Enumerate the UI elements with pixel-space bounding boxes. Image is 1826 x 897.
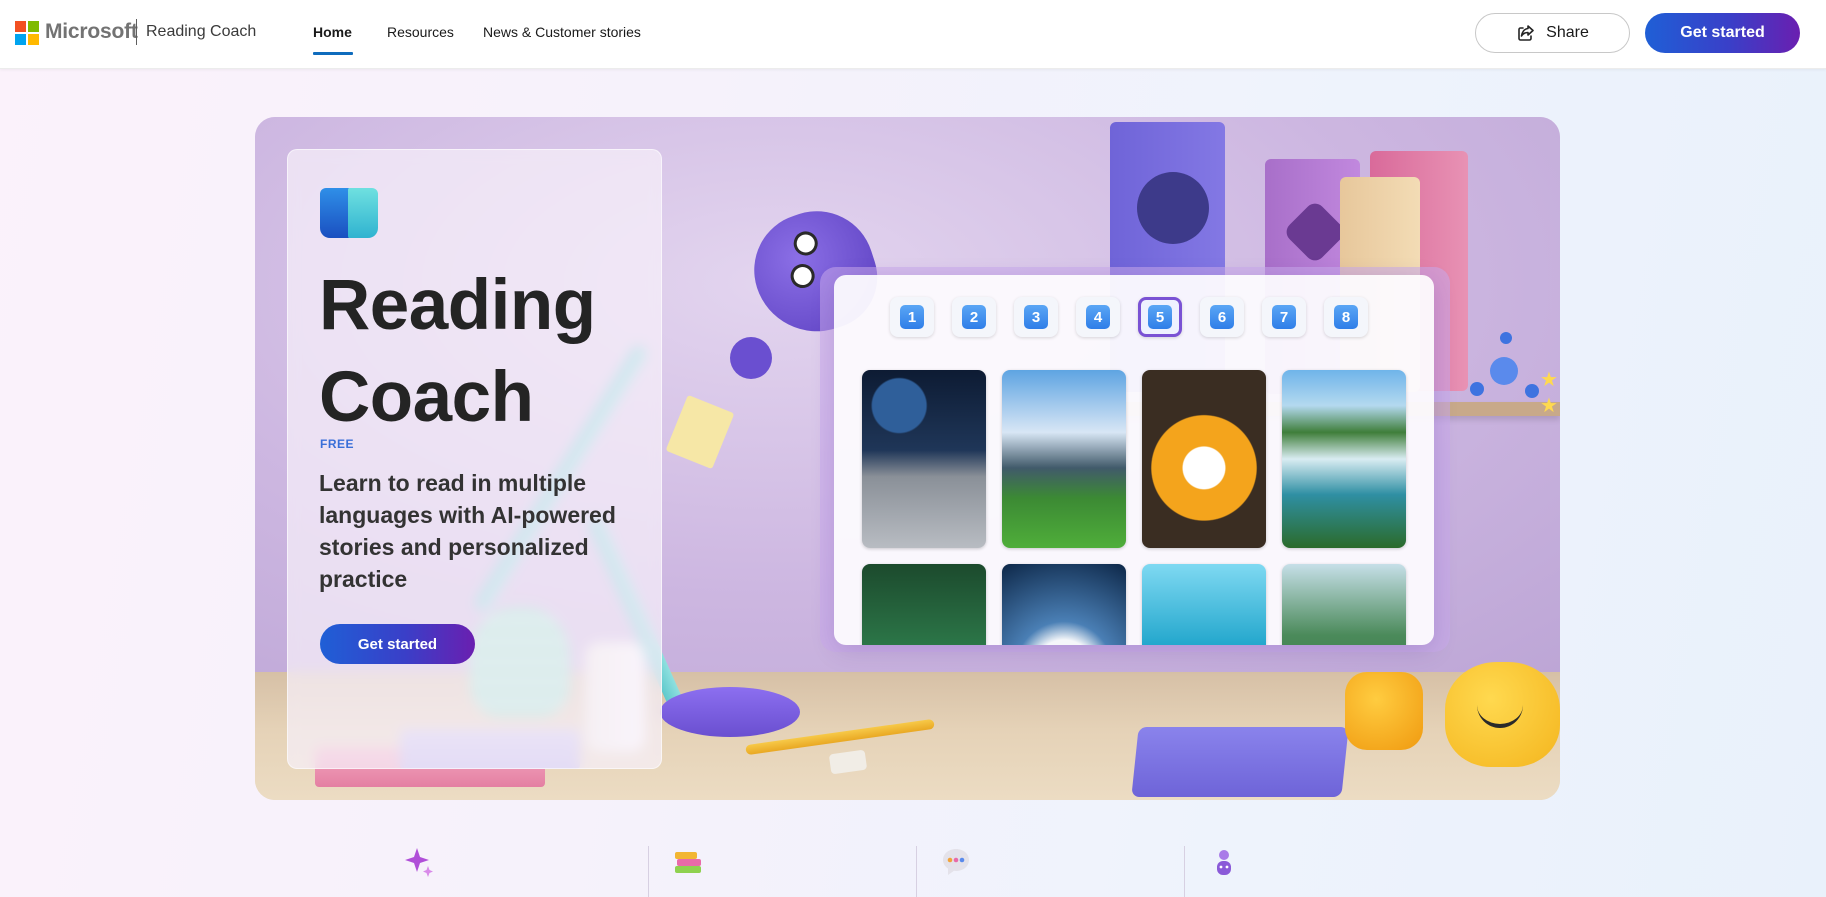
feature-divider [1184, 846, 1185, 897]
lamp-joint [730, 337, 772, 379]
story-tile-mango-rice[interactable] [1142, 370, 1266, 548]
level-button-1[interactable]: 1 [890, 297, 934, 337]
story-tile-moon-base[interactable] [862, 370, 986, 548]
level-label: 7 [1272, 305, 1296, 329]
level-label: 4 [1086, 305, 1110, 329]
nav-item-news-customer-stories[interactable]: News & Customer stories [483, 24, 641, 40]
star-icons: ★ ★ [1540, 369, 1558, 417]
page-title: Reading Coach [319, 260, 596, 444]
smiley-mascot [1445, 662, 1560, 767]
hero-description: Learn to read in multiple languages with… [319, 470, 616, 592]
level-button-2[interactable]: 2 [952, 297, 996, 337]
nav-item-home[interactable]: Home [313, 24, 352, 40]
level-label: 6 [1210, 305, 1234, 329]
share-button[interactable]: Share [1475, 13, 1630, 53]
hero-banner: ★ ★ 1 2 3 4 5 6 7 8 Reading Coach FREE L… [255, 117, 1560, 800]
books-stack-icon [675, 852, 701, 873]
share-label: Share [1546, 24, 1589, 41]
mascot-eye-icon [790, 228, 821, 259]
molecule-toy-icon [1470, 332, 1550, 402]
desk-book-purple [1131, 727, 1349, 797]
mascot-eye-icon [787, 260, 818, 292]
brand-name[interactable]: Microsoft [45, 20, 138, 44]
price-tag: FREE [320, 437, 355, 451]
nav-active-indicator [313, 52, 353, 55]
level-label: 5 [1148, 305, 1172, 329]
sparkle-icon [405, 848, 433, 877]
level-label: 8 [1334, 305, 1358, 329]
level-button-5[interactable]: 5 [1138, 297, 1182, 337]
level-button-3[interactable]: 3 [1014, 297, 1058, 337]
get-started-button-header[interactable]: Get started [1645, 13, 1800, 53]
avatar-icon [1217, 850, 1231, 875]
story-tile-rhinos[interactable] [1002, 370, 1126, 548]
story-tile-birds[interactable] [862, 564, 986, 645]
level-label: 2 [962, 305, 986, 329]
level-button-6[interactable]: 6 [1200, 297, 1244, 337]
level-label: 3 [1024, 305, 1048, 329]
product-name[interactable]: Reading Coach [146, 23, 256, 41]
lamp-base [660, 687, 800, 737]
level-label: 1 [900, 305, 924, 329]
brand-divider [136, 19, 137, 45]
hero-text-panel: Reading Coach FREE Learn to read in mult… [287, 149, 662, 769]
nav-item-resources[interactable]: Resources [387, 24, 454, 40]
story-tile-sea-turtle[interactable] [1142, 564, 1266, 645]
level-button-4[interactable]: 4 [1076, 297, 1120, 337]
microsoft-logo-icon[interactable] [15, 21, 39, 45]
feature-divider [648, 846, 649, 897]
feature-divider [916, 846, 917, 897]
level-button-7[interactable]: 7 [1262, 297, 1306, 337]
story-tile-river-delta[interactable] [1282, 564, 1406, 645]
share-icon [1518, 25, 1534, 41]
yellow-ball-toy [1345, 672, 1423, 750]
page-title-line2: Coach [319, 358, 534, 437]
story-tile-hurricane[interactable] [1002, 564, 1126, 645]
level-selector: 1 2 3 4 5 6 7 8 [890, 297, 1368, 337]
get-started-button-hero[interactable]: Get started [320, 624, 475, 664]
top-nav-bar: Microsoft Reading Coach Home Resources N… [0, 0, 1826, 69]
story-selection-card: 1 2 3 4 5 6 7 8 [834, 275, 1434, 645]
reading-coach-app-icon [320, 188, 378, 240]
page-title-line1: Reading [319, 266, 596, 345]
speech-bubble-icon [943, 849, 969, 875]
level-button-8[interactable]: 8 [1324, 297, 1368, 337]
story-tile-grid [862, 370, 1406, 645]
story-tile-waterfall[interactable] [1282, 370, 1406, 548]
